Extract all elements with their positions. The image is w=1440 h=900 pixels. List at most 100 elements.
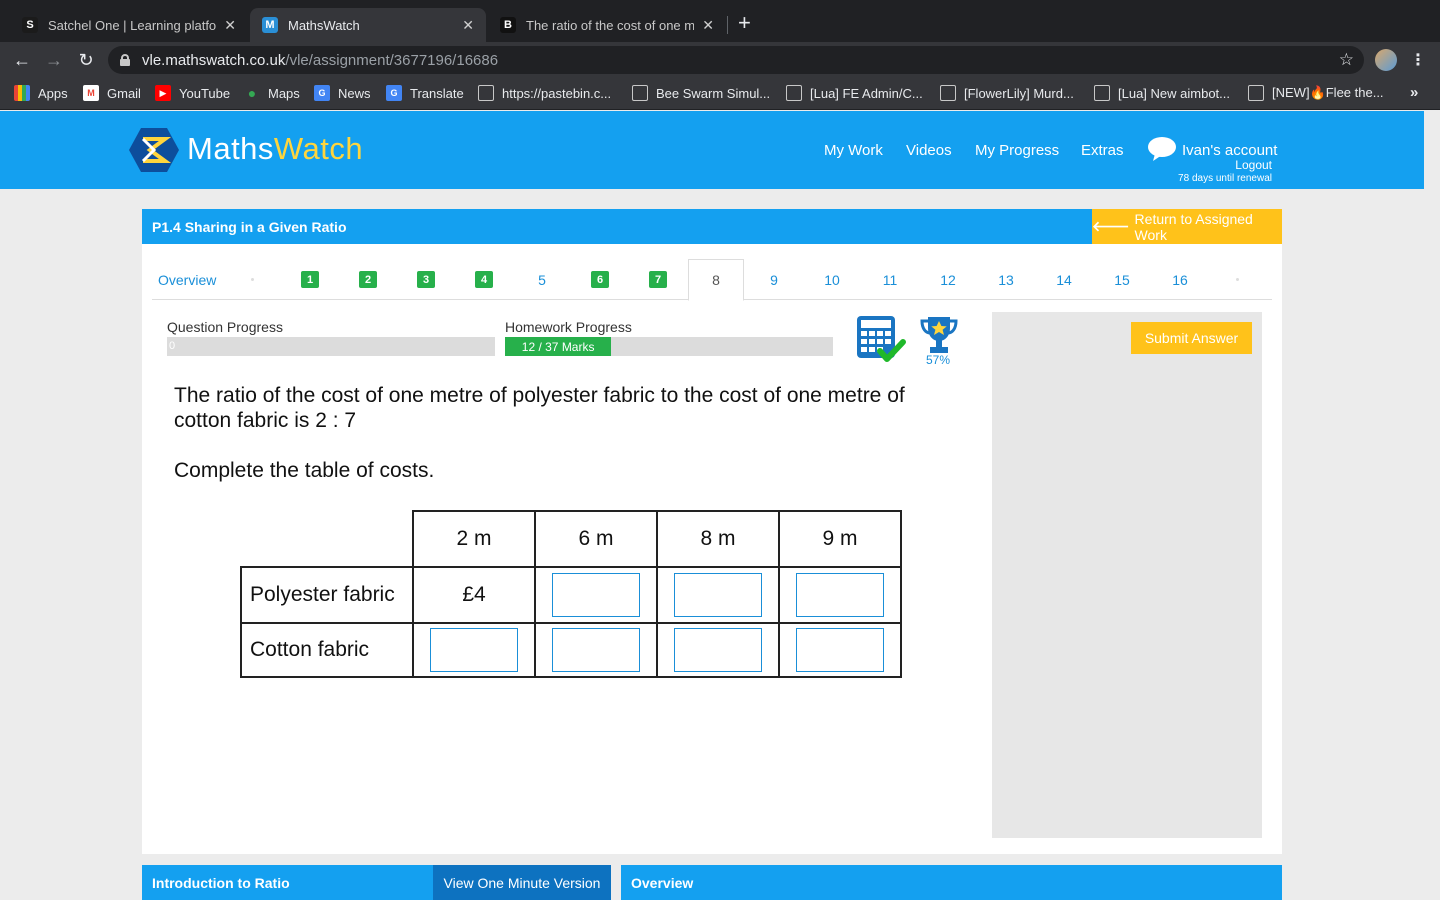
- table-cell: [778, 566, 902, 624]
- table-cell: £4: [412, 566, 536, 624]
- assignment-title: P1.4 Sharing in a Given Ratio: [152, 219, 347, 235]
- more-bookmarks-icon[interactable]: »: [1410, 84, 1418, 101]
- tab-question-12[interactable]: 12: [919, 259, 977, 300]
- bookmark-label: Translate: [410, 85, 464, 101]
- tab-question-11[interactable]: 11: [861, 259, 919, 300]
- submit-answer-button[interactable]: Submit Answer: [1131, 322, 1252, 354]
- bookmark-label: News: [338, 85, 371, 101]
- homework-progress-fill: 12 / 37 Marks: [505, 337, 612, 356]
- answer-input[interactable]: [796, 628, 884, 672]
- tab-question-5[interactable]: 5: [513, 259, 571, 300]
- question-progress-value: 0: [169, 340, 176, 352]
- bookmark-label: [FlowerLily] Murd...: [964, 85, 1074, 101]
- answer-input[interactable]: [552, 628, 640, 672]
- satchel-favicon-icon: S: [22, 17, 38, 33]
- bookmark-pastebin[interactable]: https://pastebin.c...: [478, 85, 611, 101]
- account-name[interactable]: Ivan's account: [1182, 142, 1277, 159]
- maps-icon: ●: [247, 85, 257, 101]
- homework-progress-bar: 12 / 37 Marks: [505, 337, 833, 356]
- bookmark-label: [NEW]🔥Flee the...: [1272, 85, 1384, 100]
- tab-overview[interactable]: Overview: [152, 259, 222, 300]
- nav-my-progress[interactable]: My Progress: [975, 142, 1059, 159]
- question-progress-bar: 0: [167, 337, 495, 356]
- close-tab-icon[interactable]: ✕: [224, 17, 236, 34]
- bookmark-label: https://pastebin.c...: [502, 85, 612, 101]
- bookmark-fe-admin[interactable]: [Lua] FE Admin/C...: [786, 85, 923, 101]
- close-tab-icon[interactable]: ✕: [702, 17, 714, 34]
- browser-tab-question[interactable]: B The ratio of the cost of one metre ✕: [488, 8, 726, 42]
- bookmark-star-icon[interactable]: ☆: [1339, 50, 1354, 70]
- tab-question-10[interactable]: 10: [803, 259, 861, 300]
- site-logo-text[interactable]: MathsWatch: [187, 131, 363, 167]
- bookmark-aimbot[interactable]: [Lua] New aimbot...: [1094, 85, 1230, 101]
- tab-question-6[interactable]: 6: [571, 259, 629, 300]
- roblox-icon: [478, 85, 494, 101]
- youtube-icon: ▶: [155, 85, 171, 101]
- nav-extras[interactable]: Extras: [1081, 142, 1124, 159]
- question-progress-label: Question Progress: [167, 319, 283, 335]
- tab-question-9[interactable]: 9: [745, 259, 803, 300]
- bookmark-gmail[interactable]: M Gmail: [83, 85, 141, 101]
- assignment-panel: P1.4 Sharing in a Given Ratio 🡐 Return t…: [142, 209, 1282, 854]
- profile-avatar[interactable]: [1375, 49, 1397, 71]
- tab-question-4[interactable]: 4: [455, 259, 513, 300]
- bookmark-flowerlily[interactable]: [FlowerLily] Murd...: [940, 85, 1074, 101]
- return-to-assigned-work-button[interactable]: 🡐 Return to Assigned Work: [1092, 209, 1282, 244]
- tab-question-2[interactable]: 2: [339, 259, 397, 300]
- tab-question-14[interactable]: 14: [1035, 259, 1093, 300]
- nav-videos[interactable]: Videos: [906, 142, 952, 159]
- intro-to-ratio-header: Introduction to Ratio: [142, 865, 433, 900]
- bookmark-youtube[interactable]: ▶ YouTube: [155, 85, 230, 101]
- table-header-cell: 6 m: [534, 510, 658, 568]
- tab-dot: [251, 278, 254, 281]
- bookmark-flee[interactable]: [NEW]🔥Flee the...: [1248, 85, 1384, 101]
- tab-question-1[interactable]: 1: [281, 259, 339, 300]
- tab-question-8[interactable]: 8: [688, 259, 744, 301]
- arrow-left-icon: 🡐: [1092, 218, 1130, 234]
- tab-question-3[interactable]: 3: [397, 259, 455, 300]
- tab-question-15[interactable]: 15: [1093, 259, 1151, 300]
- tab-question-16[interactable]: 16: [1151, 259, 1209, 300]
- url-path: /vle/assignment/3677196/16686: [285, 51, 499, 69]
- new-tab-icon[interactable]: +: [738, 12, 751, 34]
- menu-kebab-icon[interactable]: ⋮: [1410, 50, 1426, 70]
- tab-question-7[interactable]: 7: [629, 259, 687, 300]
- table-header-cell: 2 m: [412, 510, 536, 568]
- logout-link[interactable]: Logout: [1235, 158, 1272, 172]
- answer-input[interactable]: [674, 573, 762, 617]
- apps-grid-icon: [14, 85, 30, 101]
- browser-tab-bar: S Satchel One | Learning platform ✕ M Ma…: [0, 0, 1440, 42]
- answer-input[interactable]: [796, 573, 884, 617]
- answer-input[interactable]: [552, 573, 640, 617]
- bookmark-label: [Lua] New aimbot...: [1118, 85, 1230, 101]
- brainly-favicon-icon: B: [500, 17, 516, 33]
- nav-my-work[interactable]: My Work: [824, 142, 883, 159]
- tab-title: Satchel One | Learning platform: [48, 17, 217, 33]
- forward-arrow-icon[interactable]: →: [42, 48, 66, 72]
- answer-input[interactable]: [430, 628, 518, 672]
- bookmark-label: Gmail: [107, 85, 141, 101]
- address-bar[interactable]: vle.mathswatch.co.uk /vle/assignment/367…: [108, 46, 1364, 74]
- roblox-icon: [1248, 85, 1264, 101]
- trophy-icon: [920, 317, 958, 353]
- bookmark-maps[interactable]: ● Maps: [244, 85, 300, 101]
- close-tab-icon[interactable]: ✕: [462, 17, 474, 34]
- tab-question-13[interactable]: 13: [977, 259, 1035, 300]
- back-arrow-icon[interactable]: ←: [10, 48, 34, 72]
- mathswatch-logo-icon[interactable]: [128, 127, 180, 173]
- homework-progress-label: Homework Progress: [505, 319, 632, 335]
- row-label-polyester: Polyester fabric: [240, 566, 414, 624]
- browser-tab-satchel[interactable]: S Satchel One | Learning platform ✕: [10, 8, 248, 42]
- browser-tab-mathswatch[interactable]: M MathsWatch ✕: [250, 8, 486, 42]
- bookmark-apps[interactable]: Apps: [14, 85, 68, 101]
- bookmark-bee-swarm[interactable]: Bee Swarm Simul...: [632, 85, 770, 101]
- reload-icon[interactable]: ↻: [74, 48, 98, 72]
- roblox-icon: [940, 85, 956, 101]
- bookmark-translate[interactable]: G Translate: [386, 85, 464, 101]
- bookmark-news[interactable]: G News: [314, 85, 371, 101]
- view-one-minute-version-button[interactable]: View One Minute Version: [433, 865, 611, 900]
- renewal-notice: 78 days until renewal: [1178, 173, 1272, 184]
- answer-input[interactable]: [674, 628, 762, 672]
- chat-bubble-icon[interactable]: [1147, 136, 1177, 162]
- tab-separator: [727, 16, 728, 34]
